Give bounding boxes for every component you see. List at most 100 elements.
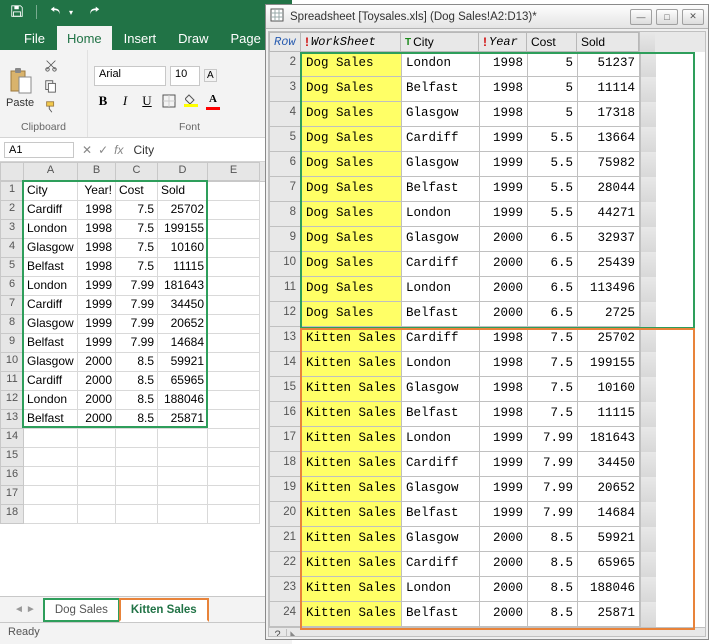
cell[interactable]: Glasgow [24, 239, 78, 258]
format-painter-icon[interactable] [44, 100, 58, 117]
cell[interactable]: Belfast [24, 258, 78, 277]
cell[interactable] [208, 391, 260, 410]
cell[interactable] [78, 448, 116, 467]
cell[interactable]: Cost [116, 182, 158, 201]
cell[interactable]: 34450 [158, 296, 208, 315]
cell[interactable]: 10160 [158, 239, 208, 258]
preview-row[interactable]: 10Dog SalesCardiff20006.525439 [269, 252, 705, 277]
cell[interactable]: 25871 [158, 410, 208, 429]
cell[interactable] [158, 429, 208, 448]
bold-button[interactable]: B [94, 92, 112, 110]
cell[interactable] [208, 277, 260, 296]
preview-row[interactable]: 11Dog SalesLondon20006.5113496 [269, 277, 705, 302]
cell[interactable] [78, 486, 116, 505]
row-header[interactable]: 11 [0, 372, 24, 391]
cell[interactable]: 7.5 [116, 239, 158, 258]
cell[interactable]: 7.5 [116, 201, 158, 220]
cell[interactable]: 1999 [78, 277, 116, 296]
preview-row[interactable]: 14Kitten SalesLondon19987.5199155 [269, 352, 705, 377]
cell[interactable] [116, 467, 158, 486]
cell[interactable] [208, 372, 260, 391]
column-header-d[interactable]: D [158, 162, 208, 181]
undo-icon[interactable] [49, 4, 63, 21]
preview-row[interactable]: 24Kitten SalesBelfast20008.525871 [269, 602, 705, 627]
paste-button[interactable]: Paste [6, 67, 34, 109]
cell[interactable]: London [24, 220, 78, 239]
cell[interactable]: 1998 [78, 201, 116, 220]
cell[interactable] [78, 505, 116, 524]
cell[interactable] [208, 258, 260, 277]
cell[interactable]: 11115 [158, 258, 208, 277]
spreadsheet-grid[interactable]: ABCDE 1CityYear!CostSold2Cardiff19987.52… [0, 162, 292, 524]
row-header[interactable]: 7 [0, 296, 24, 315]
row-header[interactable]: 6 [0, 277, 24, 296]
preview-row[interactable]: 18Kitten SalesCardiff19997.9934450 [269, 452, 705, 477]
cell[interactable] [24, 429, 78, 448]
cell[interactable]: 199155 [158, 220, 208, 239]
cell[interactable]: Belfast [24, 334, 78, 353]
row-header[interactable]: 5 [0, 258, 24, 277]
row-header[interactable]: 3 [0, 220, 24, 239]
row-header[interactable]: 16 [0, 467, 24, 486]
cell[interactable] [208, 353, 260, 372]
cell[interactable] [208, 315, 260, 334]
tab-draw[interactable]: Draw [168, 26, 218, 50]
cell[interactable] [116, 429, 158, 448]
cell[interactable]: 65965 [158, 372, 208, 391]
preview-row[interactable]: 7Dog SalesBelfast19995.528044 [269, 177, 705, 202]
row-header[interactable]: 4 [0, 239, 24, 258]
font-size-select[interactable]: 10 [170, 66, 200, 86]
preview-row[interactable]: 8Dog SalesLondon19995.544271 [269, 202, 705, 227]
cell[interactable] [158, 467, 208, 486]
font-name-select[interactable]: Arial [94, 66, 166, 86]
cell[interactable]: 181643 [158, 277, 208, 296]
column-header-c[interactable]: C [116, 162, 158, 181]
preview-row[interactable]: 23Kitten SalesLondon20008.5188046 [269, 577, 705, 602]
header-row[interactable]: Row [269, 32, 301, 52]
preview-row[interactable]: 13Kitten SalesCardiff19987.525702 [269, 327, 705, 352]
cell[interactable] [24, 505, 78, 524]
row-header[interactable]: 8 [0, 315, 24, 334]
save-icon[interactable] [10, 4, 24, 21]
row-header[interactable]: 13 [0, 410, 24, 429]
preview-row[interactable]: 19Kitten SalesGlasgow19997.9920652 [269, 477, 705, 502]
cell[interactable]: 1999 [78, 315, 116, 334]
header-worksheet[interactable]: !WorkSheet [301, 32, 401, 52]
cell[interactable] [208, 505, 260, 524]
column-header-e[interactable]: E [208, 162, 260, 181]
cell[interactable] [208, 429, 260, 448]
sheet-nav-prev-icon[interactable]: ◄ [14, 604, 24, 615]
cell[interactable] [208, 239, 260, 258]
cell[interactable] [78, 429, 116, 448]
cell[interactable] [208, 296, 260, 315]
column-header-b[interactable]: B [78, 162, 116, 181]
cell[interactable]: 1998 [78, 239, 116, 258]
cell[interactable]: 59921 [158, 353, 208, 372]
cell[interactable]: 1999 [78, 296, 116, 315]
cell[interactable]: Year! [78, 182, 116, 201]
cell[interactable]: 7.5 [116, 220, 158, 239]
formula-value[interactable]: City [129, 143, 154, 157]
preview-row[interactable]: 15Kitten SalesGlasgow19987.510160 [269, 377, 705, 402]
cell[interactable]: 7.99 [116, 334, 158, 353]
sheet-tab-dog-sales[interactable]: Dog Sales [43, 598, 120, 622]
cell[interactable] [208, 448, 260, 467]
fx-icon[interactable]: fx [114, 143, 123, 157]
maximize-button[interactable]: □ [656, 9, 678, 25]
cancel-icon[interactable]: ✕ [82, 143, 92, 157]
tab-file[interactable]: File [14, 26, 55, 50]
preview-row[interactable]: 12Dog SalesBelfast20006.52725 [269, 302, 705, 327]
sheet-tab-kitten-sales[interactable]: Kitten Sales [119, 598, 209, 622]
cell[interactable]: 25702 [158, 201, 208, 220]
preview-row[interactable]: 17Kitten SalesLondon19997.99181643 [269, 427, 705, 452]
preview-row[interactable]: 6Dog SalesGlasgow19995.575982 [269, 152, 705, 177]
cell[interactable]: 1999 [78, 334, 116, 353]
preview-titlebar[interactable]: Spreadsheet [Toysales.xls] (Dog Sales!A2… [266, 5, 708, 29]
cell[interactable] [208, 182, 260, 201]
enter-icon[interactable]: ✓ [98, 143, 108, 157]
sheet-nav-next-icon[interactable]: ► [26, 604, 36, 615]
cell[interactable]: 8.5 [116, 391, 158, 410]
cell[interactable] [116, 505, 158, 524]
cell[interactable]: Cardiff [24, 296, 78, 315]
cell[interactable] [78, 467, 116, 486]
